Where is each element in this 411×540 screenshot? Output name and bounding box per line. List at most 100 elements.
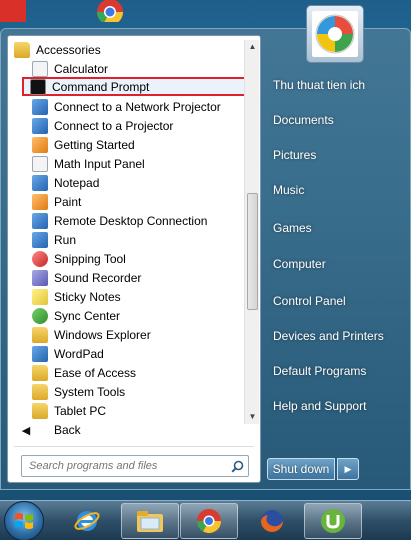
list-item-math-input[interactable]: Math Input Panel bbox=[10, 154, 242, 173]
shutdown-options-arrow-icon[interactable]: ▶ bbox=[337, 458, 359, 480]
scroll-thumb[interactable] bbox=[247, 193, 258, 310]
firefox-icon bbox=[261, 510, 283, 532]
list-item-label: Notepad bbox=[54, 175, 100, 190]
command-prompt-icon bbox=[30, 78, 46, 95]
scroll-up-arrow-icon[interactable]: ▲ bbox=[245, 40, 260, 54]
list-item-run[interactable]: Run bbox=[10, 230, 242, 249]
notepad-icon bbox=[32, 174, 48, 191]
search-box[interactable] bbox=[21, 455, 249, 477]
games-link[interactable]: Games bbox=[266, 214, 406, 242]
projector-icon bbox=[32, 117, 48, 134]
user-avatar-frame[interactable] bbox=[306, 5, 364, 63]
sticky-notes-icon bbox=[32, 288, 48, 305]
internet-explorer-icon bbox=[74, 511, 100, 531]
network-projector-icon bbox=[32, 98, 48, 115]
chrome-icon bbox=[197, 509, 221, 534]
back-arrow-icon: ◀ bbox=[21, 424, 31, 437]
snipping-tool-icon bbox=[32, 250, 48, 267]
getting-started-icon bbox=[32, 136, 48, 153]
list-item-label: Math Input Panel bbox=[54, 156, 145, 171]
list-item-label: Ease of Access bbox=[54, 365, 137, 380]
utorrent-icon bbox=[321, 509, 345, 533]
shutdown-button[interactable]: Shut down bbox=[267, 458, 335, 480]
list-item-paint[interactable]: Paint bbox=[10, 192, 242, 211]
avatar bbox=[312, 11, 358, 57]
list-item-getting-started[interactable]: Getting Started bbox=[10, 135, 242, 154]
music-link[interactable]: Music bbox=[266, 176, 406, 204]
folder-icon bbox=[32, 402, 48, 419]
list-item-label: Accessories bbox=[36, 42, 101, 57]
list-item-label: Getting Started bbox=[54, 137, 135, 152]
list-item-notepad[interactable]: Notepad bbox=[10, 173, 242, 192]
taskbar-firefox[interactable] bbox=[243, 503, 301, 539]
list-item-sync-center[interactable]: Sync Center bbox=[10, 306, 242, 325]
list-item-label: Command Prompt bbox=[52, 79, 150, 94]
list-item-label: Connect to a Network Projector bbox=[54, 99, 221, 114]
default-programs-link[interactable]: Default Programs bbox=[266, 357, 406, 385]
explorer-icon bbox=[32, 326, 48, 343]
documents-link[interactable]: Documents bbox=[266, 106, 406, 134]
list-item-command-prompt[interactable]: Command Prompt bbox=[22, 77, 248, 96]
taskbar-internet-explorer[interactable] bbox=[58, 503, 116, 539]
pictures-link[interactable]: Pictures bbox=[266, 141, 406, 169]
folder-icon bbox=[14, 41, 30, 58]
list-item-label: Run bbox=[54, 232, 77, 247]
devices-printers-link[interactable]: Devices and Printers bbox=[266, 322, 406, 350]
back-label: Back bbox=[54, 423, 81, 437]
folder-icon bbox=[32, 383, 48, 400]
list-item-sticky-notes[interactable]: Sticky Notes bbox=[10, 287, 242, 306]
list-item-label: Paint bbox=[54, 194, 82, 209]
list-item-accessories[interactable]: Accessories bbox=[10, 40, 242, 59]
list-item-tablet-pc[interactable]: Tablet PC bbox=[10, 401, 242, 420]
start-menu: Accessories Calculator Command Prompt Co… bbox=[0, 5, 411, 490]
folder-icon bbox=[32, 364, 48, 381]
file-explorer-icon bbox=[137, 511, 163, 532]
list-item-calculator[interactable]: Calculator bbox=[10, 59, 242, 78]
control-panel-link[interactable]: Control Panel bbox=[266, 287, 406, 315]
run-icon bbox=[32, 231, 48, 248]
calculator-icon bbox=[32, 60, 48, 77]
list-item-label: System Tools bbox=[54, 384, 126, 399]
list-item-label: Calculator bbox=[54, 61, 109, 76]
back-button[interactable]: ◀ Back bbox=[14, 419, 252, 441]
computer-link[interactable]: Computer bbox=[266, 250, 406, 278]
list-item-label: Remote Desktop Connection bbox=[54, 213, 208, 228]
taskbar-utorrent[interactable] bbox=[304, 503, 362, 539]
desktop-chrome-icon[interactable] bbox=[90, 0, 130, 22]
taskbar bbox=[0, 500, 411, 540]
list-item-system-tools[interactable]: System Tools bbox=[10, 382, 242, 401]
list-item-label: Sync Center bbox=[54, 308, 121, 323]
start-button[interactable] bbox=[4, 501, 44, 540]
list-item-remote-desktop[interactable]: Remote Desktop Connection bbox=[10, 211, 242, 230]
list-item-label: Snipping Tool bbox=[54, 251, 126, 266]
list-item-label: Windows Explorer bbox=[54, 327, 151, 342]
user-folder-link[interactable]: Thu thuat tien ich bbox=[266, 71, 406, 99]
list-item-ease-of-access[interactable]: Ease of Access bbox=[10, 363, 242, 382]
list-item-label: WordPad bbox=[54, 346, 104, 361]
wordpad-icon bbox=[32, 345, 48, 362]
taskbar-chrome[interactable] bbox=[180, 503, 238, 539]
windows-logo-icon bbox=[15, 513, 33, 529]
list-item-sound-recorder[interactable]: Sound Recorder bbox=[10, 268, 242, 287]
list-item-network-projector[interactable]: Connect to a Network Projector bbox=[10, 97, 242, 116]
list-item-label: Sticky Notes bbox=[54, 289, 121, 304]
remote-desktop-icon bbox=[32, 212, 48, 229]
programs-pane: Accessories Calculator Command Prompt Co… bbox=[7, 35, 261, 483]
divider bbox=[14, 446, 254, 447]
microphone-icon bbox=[32, 269, 48, 286]
list-item-wordpad[interactable]: WordPad bbox=[10, 344, 242, 363]
desktop-red-icon[interactable] bbox=[0, 0, 26, 22]
programs-list: Accessories Calculator Command Prompt Co… bbox=[8, 36, 260, 424]
search-input[interactable] bbox=[22, 460, 226, 472]
list-item-label: Sound Recorder bbox=[54, 270, 142, 285]
sync-center-icon bbox=[32, 307, 48, 324]
programs-scrollbar[interactable]: ▲ ▼ bbox=[244, 40, 259, 424]
list-item-windows-explorer[interactable]: Windows Explorer bbox=[10, 325, 242, 344]
paint-icon bbox=[32, 193, 48, 210]
list-item-label: Connect to a Projector bbox=[54, 118, 174, 133]
search-icon[interactable] bbox=[226, 456, 248, 476]
list-item-projector[interactable]: Connect to a Projector bbox=[10, 116, 242, 135]
taskbar-file-explorer[interactable] bbox=[121, 503, 179, 539]
help-support-link[interactable]: Help and Support bbox=[266, 392, 406, 420]
list-item-snipping-tool[interactable]: Snipping Tool bbox=[10, 249, 242, 268]
